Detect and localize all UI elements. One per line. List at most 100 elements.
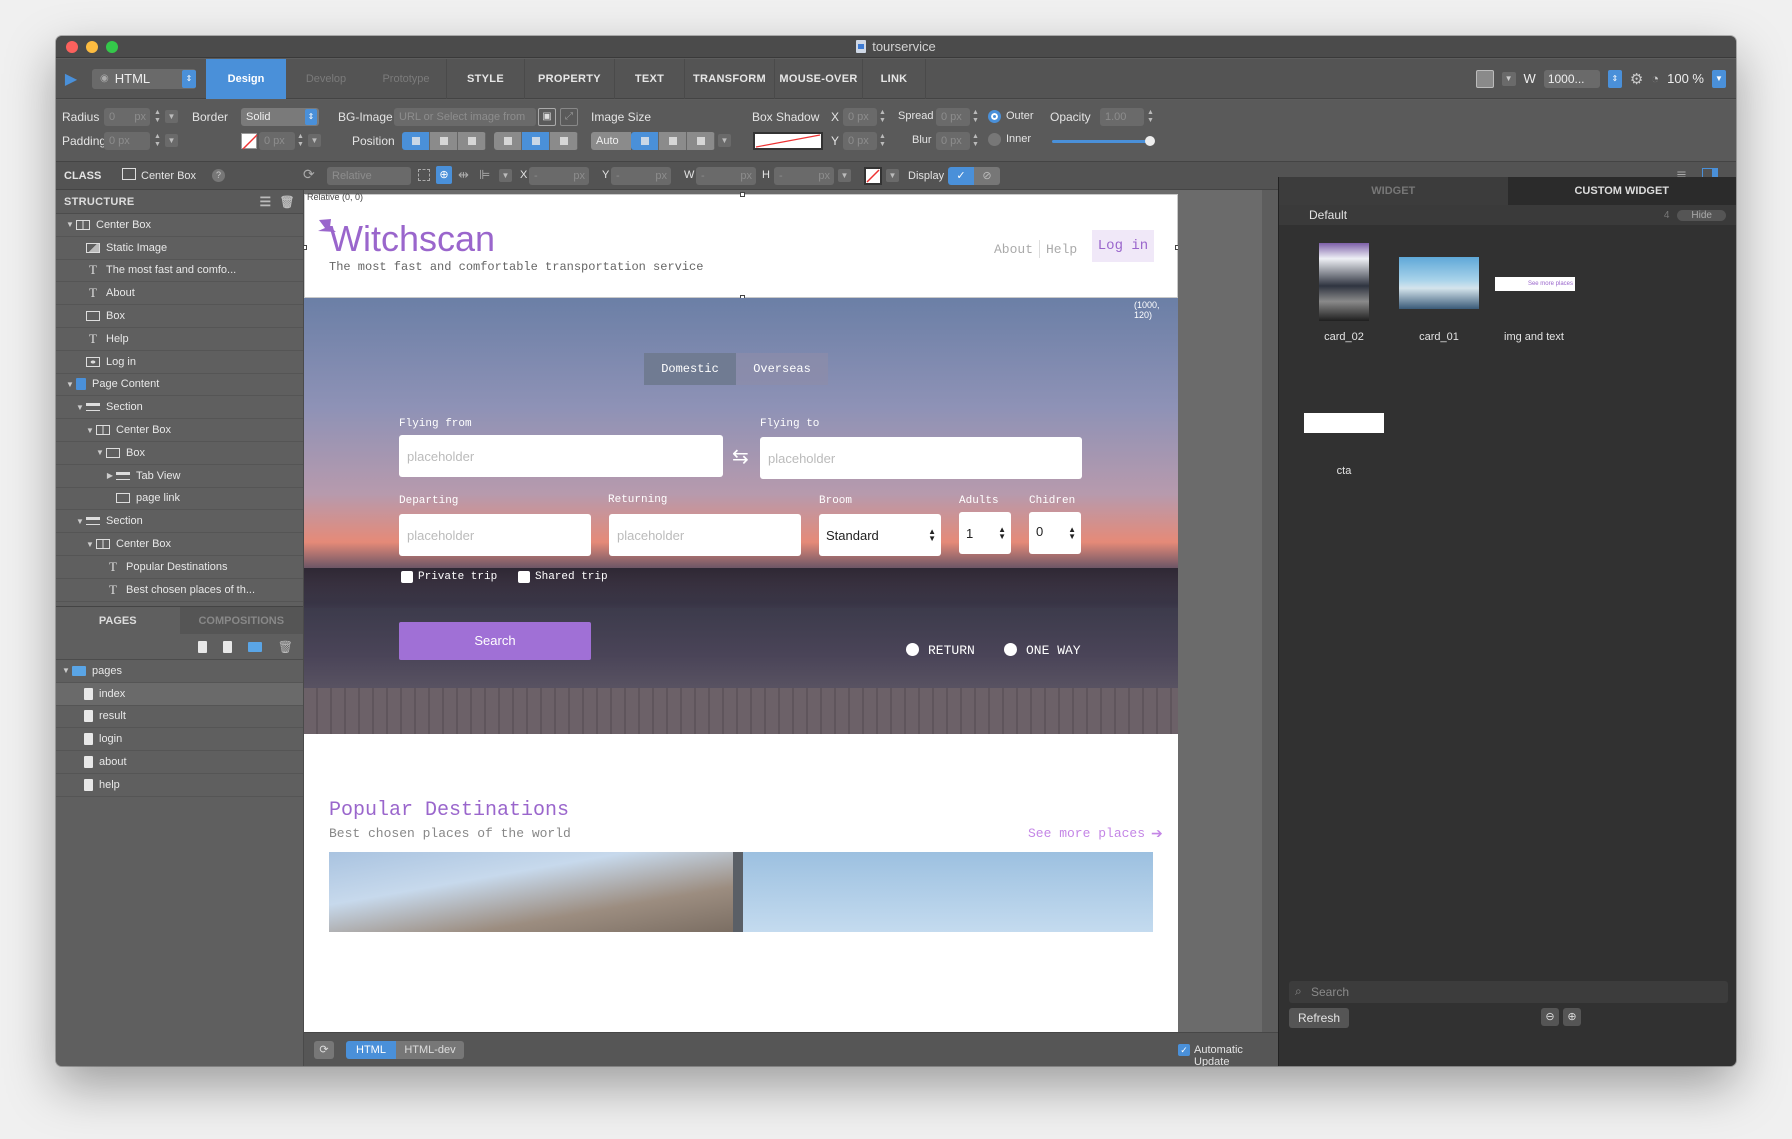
size-w-input[interactable]: - px	[696, 167, 756, 185]
structure-item[interactable]: Log in	[56, 351, 303, 374]
destination-card-image[interactable]	[733, 852, 1153, 932]
structure-item[interactable]: ▼ Box	[56, 442, 303, 465]
align-right-option[interactable]	[458, 132, 486, 150]
tab-transform[interactable]: TRANSFORM	[684, 58, 774, 99]
tab-compositions[interactable]: COMPOSITIONS	[179, 607, 303, 634]
image-picker-icon[interactable]: ▣	[538, 108, 556, 126]
reset-icon[interactable]: ⟳	[303, 166, 315, 183]
bg-image-input[interactable]: URL or Select image from	[394, 108, 536, 126]
radius-input[interactable]: 0 px	[104, 108, 150, 126]
align-left-icon[interactable]: ⊫	[479, 167, 490, 183]
check-icon[interactable]: ✓	[948, 167, 974, 185]
auto-update-checkbox[interactable]: ✓	[1178, 1044, 1190, 1056]
opacity-stepper-icon[interactable]: ▲ ▼	[1146, 109, 1155, 125]
structure-item[interactable]: ▶ Tab View	[56, 465, 303, 488]
pos-x-input[interactable]: - px	[529, 167, 589, 185]
tab-overseas[interactable]: Overseas	[736, 353, 828, 385]
blur-input[interactable]: 0 px	[936, 132, 970, 150]
width-input[interactable]: 1000...	[1543, 69, 1600, 88]
padding-input[interactable]: 0 px	[104, 132, 150, 150]
shared-trip-checkbox[interactable]	[518, 571, 530, 583]
padding-dropdown-icon[interactable]: ▼	[165, 134, 178, 147]
gear-icon[interactable]: ⚙	[1630, 70, 1643, 88]
blur-stepper-icon[interactable]: ▲ ▼	[971, 133, 980, 149]
trash-icon[interactable]: 🗑	[279, 195, 295, 209]
return-radio[interactable]	[906, 643, 919, 656]
page-item[interactable]: help	[56, 774, 303, 797]
tab-widget[interactable]: WIDGET	[1279, 177, 1508, 205]
shadow-color-swatch[interactable]	[753, 132, 823, 150]
tab-link[interactable]: LINK	[862, 58, 926, 99]
zoom-window-button[interactable]	[106, 41, 118, 53]
tab-mouse-over[interactable]: MOUSE-OVER	[774, 58, 862, 99]
private-trip-checkbox[interactable]	[401, 571, 413, 583]
hide-button[interactable]: Hide	[1677, 209, 1726, 221]
size-dropdown-icon[interactable]: ▼	[838, 169, 851, 182]
minimize-window-button[interactable]	[86, 41, 98, 53]
refresh-icon[interactable]: ⟳	[314, 1041, 334, 1059]
structure-item[interactable]: T The most fast and comfo...	[56, 260, 303, 283]
shadow-y-input[interactable]: 0 px	[843, 132, 877, 150]
fullscreen-icon[interactable]: ⤢	[560, 108, 578, 126]
border-width-input[interactable]: 0 px	[259, 132, 295, 150]
chevron-down-icon[interactable]: ▼	[1501, 71, 1516, 86]
page-item[interactable]: login	[56, 728, 303, 752]
align-bottom-option[interactable]	[550, 132, 578, 150]
disclosure-open-icon[interactable]: ▼	[60, 666, 72, 675]
border-width-dropdown-icon[interactable]: ▼	[308, 134, 321, 147]
swap-arrows-icon[interactable]: ⇆	[732, 444, 749, 469]
widget-group-header[interactable]: Default 4 Hide	[1279, 205, 1736, 225]
help-icon[interactable]: ?	[212, 169, 225, 182]
border-style-select[interactable]: Solid ⇕	[241, 108, 319, 126]
structure-item[interactable]: ▼ Page Content	[56, 374, 303, 397]
padding-stepper-icon[interactable]: ▲ ▼	[153, 133, 162, 149]
structure-item[interactable]: ▼ Section	[56, 510, 303, 534]
size-cover-option[interactable]	[631, 132, 659, 150]
widget-search-input[interactable]: Search	[1289, 981, 1728, 1003]
border-width-stepper-icon[interactable]: ▲ ▼	[296, 133, 305, 149]
structure-item[interactable]: Static Image	[56, 237, 303, 260]
frame-color-swatch[interactable]	[1475, 69, 1494, 88]
align-center-option[interactable]	[430, 132, 458, 150]
structure-item[interactable]: T Best chosen places of th...	[56, 579, 303, 602]
structure-item[interactable]: ▼ Center Box	[56, 533, 303, 556]
tab-html-dev[interactable]: HTML-dev	[396, 1041, 464, 1059]
align-dropdown-icon[interactable]: ▼	[499, 169, 512, 182]
align-top-option[interactable]	[494, 132, 522, 150]
site-logo[interactable]: Witchscan	[329, 218, 495, 260]
inner-radio[interactable]	[988, 133, 1001, 146]
shadow-x-input[interactable]: 0 px	[843, 108, 877, 126]
doc-type-select[interactable]: ◉ HTML ⇕	[92, 68, 196, 89]
disclosure-closed-icon[interactable]: ▶	[104, 471, 116, 480]
opacity-slider-handle[interactable]	[1145, 136, 1155, 146]
zoom-out-icon[interactable]: ⊖	[1541, 1008, 1559, 1026]
zoom-in-icon[interactable]: ⊕	[1563, 1008, 1581, 1026]
align-left-option[interactable]	[402, 132, 430, 150]
children-select[interactable]: 0 ▲ ▼	[1029, 512, 1081, 554]
tab-html[interactable]: HTML	[346, 1041, 396, 1059]
align-center-icon[interactable]: ⊕	[436, 166, 452, 184]
page-item[interactable]: index	[56, 682, 303, 706]
trash-icon[interactable]: 🗑	[278, 640, 293, 654]
departing-input[interactable]: placeholder	[399, 514, 591, 556]
structure-item[interactable]: page link	[56, 488, 303, 511]
new-page-icon[interactable]	[197, 640, 207, 653]
box-model-icon[interactable]	[418, 169, 430, 181]
returning-input[interactable]: placeholder	[609, 514, 801, 556]
mode-develop-tab[interactable]: Develop	[286, 59, 366, 99]
distribute-icon[interactable]: ⇹	[458, 167, 469, 183]
flying-from-input[interactable]: placeholder	[399, 435, 723, 477]
bg-color-swatch[interactable]	[864, 167, 882, 185]
hidden-icon[interactable]: ⊘	[974, 167, 1000, 185]
align-middle-option[interactable]	[522, 132, 550, 150]
tab-text[interactable]: TEXT	[614, 58, 684, 99]
widget-thumb-img-and-text[interactable]: See more places	[1495, 277, 1575, 291]
structure-item[interactable]: ▼ Section	[56, 396, 303, 420]
mode-design-tab[interactable]: Design	[206, 58, 286, 99]
position-type-select[interactable]: Relative	[327, 167, 411, 185]
preview-play-button[interactable]: ▶	[56, 59, 86, 99]
disclosure-open-icon[interactable]: ▼	[74, 403, 86, 412]
radius-dropdown-icon[interactable]: ▼	[165, 110, 178, 123]
structure-item[interactable]: ▼ Center Box	[56, 214, 303, 237]
display-toggle[interactable]: ✓ ⊘	[948, 167, 1000, 185]
